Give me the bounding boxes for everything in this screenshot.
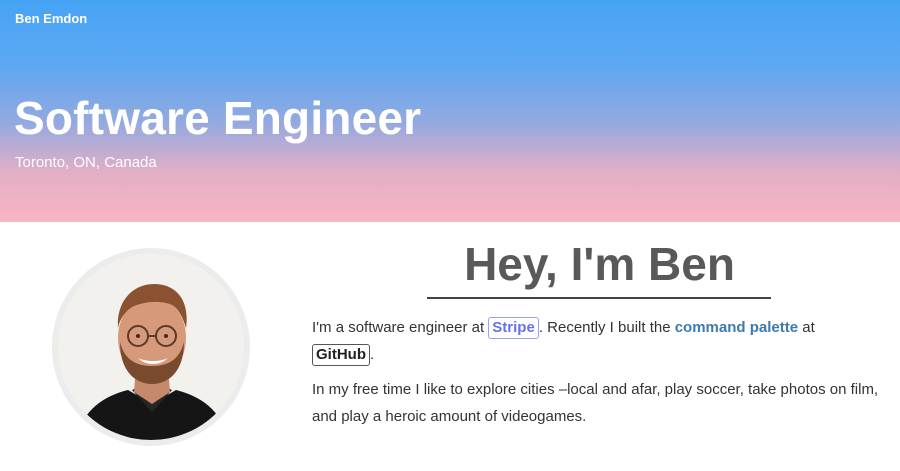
avatar-frame (52, 248, 250, 446)
bio-text: I'm a software engineer at (312, 319, 489, 336)
heading-underline (427, 297, 771, 299)
github-link[interactable]: GitHub (312, 344, 370, 366)
location-text: Toronto, ON, Canada (15, 154, 157, 171)
bio-text: at (798, 319, 815, 336)
bio-paragraph-hobbies: In my free time I like to explore cities… (312, 381, 879, 425)
stripe-link[interactable]: Stripe (488, 317, 539, 339)
bio-section: I'm a software engineer at Stripe. Recen… (312, 314, 892, 438)
profile-photo-illustration (58, 254, 244, 440)
avatar (58, 254, 244, 440)
hero-title: Software Engineer (14, 92, 422, 144)
hero-banner: Ben Emdon Software Engineer Toronto, ON,… (0, 0, 900, 222)
bio-text: . (370, 346, 375, 363)
greeting-heading: Hey, I'm Ben (464, 238, 735, 290)
site-name-link[interactable]: Ben Emdon (15, 11, 87, 26)
bio-paragraph-work: I'm a software engineer at Stripe. Recen… (312, 314, 892, 368)
bio-text: . Recently I built the (538, 319, 675, 336)
command-palette-link[interactable]: command palette (675, 319, 798, 336)
